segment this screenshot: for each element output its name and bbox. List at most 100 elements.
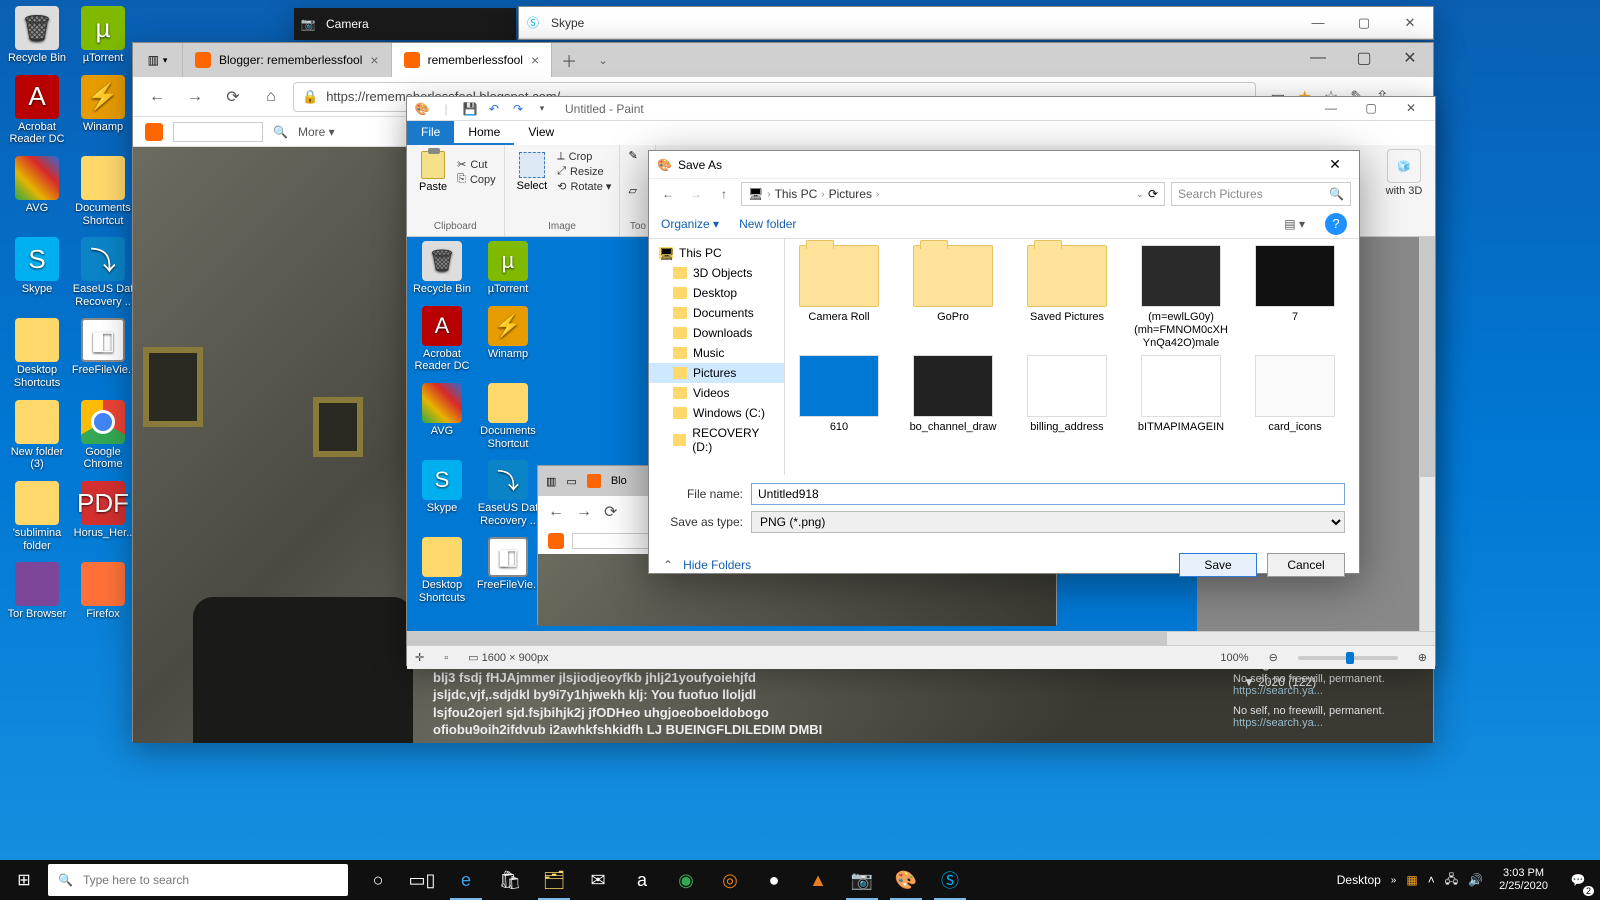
view-tab[interactable]: View (514, 121, 568, 145)
desktop-icon[interactable]: Desktop Shortcuts (409, 537, 475, 604)
forward-button[interactable]: → (685, 187, 707, 201)
taskbar-camera[interactable]: 📷 (840, 860, 884, 900)
chevron-icon[interactable]: ⌃ (663, 558, 673, 572)
desktop-icon[interactable]: Documents Shortcut (475, 383, 541, 450)
close-button[interactable]: ✕ (1387, 9, 1433, 37)
desktop-icon[interactable]: µµTorrent (70, 6, 136, 65)
desktop-icon[interactable]: Desktop Shortcuts (4, 318, 70, 389)
desktop-icon[interactable]: ⚡Winamp (70, 75, 136, 134)
desktop-icon[interactable]: SSkype (409, 460, 475, 515)
edge-tab-switcher[interactable]: ▥ ▾ (133, 43, 183, 77)
cortana-button[interactable]: ○ (356, 860, 400, 900)
desktop-icon[interactable]: New folder (3) (4, 400, 70, 471)
tree-node[interactable]: 🖥This PC (649, 243, 784, 263)
desktop-icon[interactable]: PDFHorus_Her.. (70, 481, 136, 540)
taskbar-mail[interactable]: ✉ (576, 860, 620, 900)
tree-node[interactable]: Music (649, 343, 784, 363)
maximize-button[interactable]: ▢ (1351, 97, 1391, 119)
file-item[interactable]: 610 (791, 355, 887, 434)
file-item[interactable]: Camera Roll (791, 245, 887, 351)
new-folder-button[interactable]: New folder (739, 217, 796, 231)
hide-folders-toggle[interactable]: Hide Folders (683, 558, 751, 572)
list-item[interactable]: No self, no freewill, permanent. https:/… (1233, 673, 1423, 697)
blogger-more-menu[interactable]: More ▾ (298, 125, 335, 139)
desktop-icon[interactable]: AAcrobat Reader DC (4, 75, 70, 146)
camera-window[interactable]: 📷 Camera (294, 8, 516, 38)
help-button[interactable]: ? (1325, 213, 1347, 235)
cancel-button[interactable]: Cancel (1267, 553, 1345, 577)
tray-overflow-icon[interactable]: » (1391, 875, 1397, 886)
pencil-icon[interactable]: ✎ (628, 149, 637, 162)
taskbar-tripadvisor[interactable]: ◉ (664, 860, 708, 900)
browser-tab[interactable]: rememberlessfool× (392, 43, 553, 77)
savetype-select[interactable]: PNG (*.png) (751, 511, 1345, 533)
vertical-scrollbar[interactable] (1419, 237, 1435, 631)
desktop-icon[interactable]: AVG (409, 383, 475, 438)
save-icon[interactable]: 💾 (461, 100, 479, 118)
desktop-icon[interactable]: SSkype (4, 237, 70, 296)
taskbar-search[interactable]: 🔍 Type here to search (48, 864, 348, 896)
browser-tab[interactable]: Blogger: rememberlessfool× (183, 43, 392, 77)
skype-window[interactable]: Ⓢ Skype — ▢ ✕ (518, 6, 1434, 40)
action-center-button[interactable]: 💬 2 (1556, 860, 1600, 900)
tree-node[interactable]: Documents (649, 303, 784, 323)
tree-node[interactable]: RECOVERY (D:) (649, 423, 784, 457)
minimize-button[interactable]: — (1295, 43, 1341, 73)
search-icon[interactable]: 🔍 (273, 125, 288, 139)
file-item[interactable]: bo_channel_draw (905, 355, 1001, 434)
system-tray[interactable]: Desktop » ▦ ˄ 🖧 🔊 (1329, 870, 1491, 891)
up-button[interactable]: ↑ (713, 187, 735, 201)
taskbar[interactable]: ⊞ 🔍 Type here to search ○ ▭▯ e 🛍 🗂 ✉ a ◉… (0, 860, 1600, 900)
save-button[interactable]: Save (1179, 553, 1257, 577)
tree-node[interactable]: 3D Objects (649, 263, 784, 283)
eraser-icon[interactable]: ▱ (628, 184, 636, 197)
desktop-icon[interactable]: 'sublimina folder (4, 481, 70, 552)
qa-customize-icon[interactable]: ▾ (533, 100, 551, 118)
tree-node[interactable]: Downloads (649, 323, 784, 343)
refresh-button[interactable]: ⟳ (217, 81, 249, 113)
select-button[interactable]: Select (513, 150, 552, 194)
desktop-icon[interactable]: Google Chrome (70, 400, 136, 471)
tree-node[interactable]: Videos (649, 383, 784, 403)
taskbar-clock[interactable]: 3:03 PM 2/25/2020 (1491, 867, 1556, 893)
search-input[interactable]: Search Pictures 🔍 (1171, 182, 1351, 206)
desktop-icon[interactable]: Documents Shortcut (70, 156, 136, 227)
taskbar-app2[interactable]: ● (752, 860, 796, 900)
zoom-slider[interactable] (1298, 656, 1398, 660)
taskbar-app[interactable]: ◎ (708, 860, 752, 900)
taskbar-store[interactable]: 🛍 (488, 860, 532, 900)
desktop-icon[interactable]: ⤵EaseUS Dat Recovery .. (70, 237, 136, 308)
desktop-icon[interactable]: Firefox (70, 562, 136, 621)
taskbar-paint[interactable]: 🎨 (884, 860, 928, 900)
list-item[interactable]: No self, no freewill, permanent. https:/… (1233, 705, 1423, 729)
file-item[interactable]: GoPro (905, 245, 1001, 351)
close-button[interactable]: ✕ (1387, 43, 1433, 73)
tab-close-icon[interactable]: × (531, 52, 539, 68)
file-tab[interactable]: File (407, 121, 454, 145)
edit-3d-button[interactable]: 🧊 (1387, 149, 1421, 183)
desktop-icon[interactable]: ⤵EaseUS Dat Recovery .. (475, 460, 541, 527)
resize-button[interactable]: ⤢Resize (557, 164, 611, 179)
start-button[interactable]: ⊞ (0, 860, 48, 900)
network-icon[interactable]: 🖧 (1445, 870, 1458, 891)
desktop-icon[interactable]: 🗑Recycle Bin (409, 241, 475, 296)
skype-titlebar[interactable]: Ⓢ Skype — ▢ ✕ (519, 7, 1433, 39)
blogger-icon[interactable] (145, 123, 163, 141)
minimize-button[interactable]: — (1295, 9, 1341, 37)
home-tab[interactable]: Home (454, 121, 514, 145)
desktop-icon[interactable]: ⚡Winamp (475, 306, 541, 361)
cut-button[interactable]: ✂Cut (457, 157, 496, 172)
new-tab-button[interactable]: ＋ (552, 43, 586, 77)
desktop-icon[interactable]: 🗑Recycle Bin (4, 6, 70, 65)
taskbar-skype[interactable]: Ⓢ (928, 860, 972, 900)
forward-button[interactable]: → (179, 81, 211, 113)
chevron-down-icon[interactable]: ⌄ (1136, 189, 1144, 200)
saveas-titlebar[interactable]: 🎨 Save As ✕ (649, 151, 1359, 179)
view-mode-button[interactable]: ▤ ▾ (1284, 217, 1305, 231)
tab-close-icon[interactable]: × (370, 52, 378, 68)
maximize-button[interactable]: ▢ (1341, 9, 1387, 37)
zoom-in-button[interactable]: ⊕ (1418, 651, 1427, 664)
paint-app-icon[interactable]: 🎨 (413, 100, 431, 118)
folder-tree[interactable]: 🖥This PC3D ObjectsDesktopDocumentsDownlo… (649, 239, 785, 475)
rotate-button[interactable]: ⟲Rotate ▾ (557, 179, 611, 194)
